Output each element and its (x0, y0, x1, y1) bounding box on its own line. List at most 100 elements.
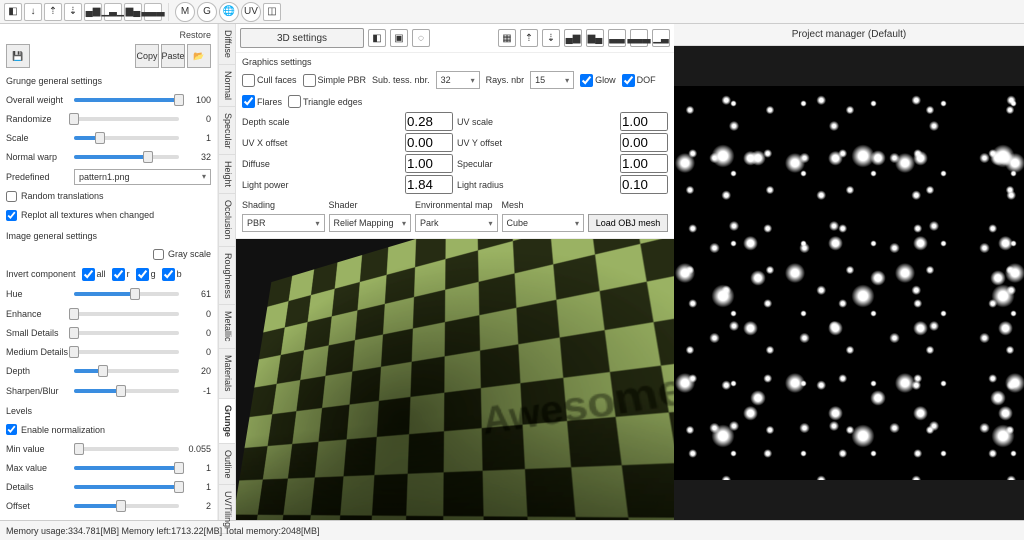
glow-checkbox[interactable] (580, 74, 593, 87)
sub-tess-combo[interactable]: 32 (436, 71, 480, 89)
histogram-peak-icon[interactable]: ▁▃▁ (104, 3, 122, 21)
tab-materials[interactable]: Materials (219, 349, 235, 399)
min-value-value: 0.055 (183, 444, 211, 454)
offset-label: Offset (6, 501, 70, 511)
hist-e-icon[interactable]: ▁▃ (652, 29, 670, 47)
arrow-up-dot-icon[interactable]: ⇡ (44, 3, 62, 21)
m-circle-icon[interactable]: M (175, 2, 195, 22)
replot-checkbox[interactable] (6, 210, 17, 221)
tab-grunge[interactable]: Grunge (219, 399, 235, 444)
hist-b-icon[interactable]: ▆▄ (586, 29, 604, 47)
enhance-label: Enhance (6, 309, 70, 319)
hist-a-icon[interactable]: ▄▆ (564, 29, 582, 47)
random-translations-checkbox[interactable] (6, 191, 17, 202)
3d-preview[interactable]: Awesome (236, 239, 674, 520)
sharpen-blur-slider[interactable] (74, 389, 179, 393)
env-map-combo[interactable]: Park (415, 214, 498, 232)
cube-view-icon[interactable]: ◧ (368, 29, 386, 47)
invert-all-checkbox[interactable] (82, 268, 95, 281)
specular-input[interactable] (620, 154, 668, 173)
enable-normalization-checkbox[interactable] (6, 424, 17, 435)
max-value-label: Max value (6, 463, 70, 473)
paste-icon[interactable]: Paste (161, 44, 185, 68)
offset-slider[interactable] (74, 504, 179, 508)
shader-combo[interactable]: Relief Mapping (329, 214, 412, 232)
hist-d-icon[interactable]: ▃▃▃ (630, 29, 648, 47)
medium-details-slider[interactable] (74, 350, 179, 354)
tab-specular[interactable]: Specular (219, 107, 235, 156)
tab-occlusion[interactable]: Occlusion (219, 194, 235, 247)
mesh-combo[interactable]: Cube (502, 214, 585, 232)
tab-normal[interactable]: Normal (219, 65, 235, 107)
camera-icon[interactable]: ▣ (390, 29, 408, 47)
shading-combo[interactable]: PBR (242, 214, 325, 232)
uv-x-offset-input[interactable] (405, 133, 453, 152)
normal-warp-label: Normal warp (6, 152, 70, 162)
grayscale-checkbox[interactable] (153, 249, 164, 260)
details-value: 1 (183, 482, 211, 492)
histogram1-icon[interactable]: ▄▆ (84, 3, 102, 21)
simple-pbr-checkbox[interactable] (303, 74, 316, 87)
grid-icon[interactable]: ▦ (498, 29, 516, 47)
min-value-slider[interactable] (74, 447, 179, 451)
uv-scale-input[interactable] (620, 112, 668, 131)
triangle-edges-checkbox[interactable] (288, 95, 301, 108)
texture-preview[interactable] (674, 46, 1024, 520)
small-details-slider[interactable] (74, 331, 179, 335)
randomize-slider[interactable] (74, 117, 179, 121)
3d-settings-button[interactable]: 3D settings (240, 28, 364, 48)
arrow-down2-icon[interactable]: ⇣ (64, 3, 82, 21)
tab-outline[interactable]: Outline (219, 444, 235, 486)
normal-warp-slider[interactable] (74, 155, 179, 159)
arrow-down-icon[interactable]: ↓ (24, 3, 42, 21)
graphics-settings-title: Graphics settings (242, 57, 668, 67)
max-value-slider[interactable] (74, 466, 179, 470)
overall-weight-slider[interactable] (74, 98, 179, 102)
hue-slider[interactable] (74, 292, 179, 296)
status-bar: Memory usage:334.781[MB] Memory left:171… (0, 520, 1024, 540)
hist-c-icon[interactable]: ▃▃ (608, 29, 626, 47)
dof-checkbox[interactable] (622, 74, 635, 87)
open-icon[interactable]: 📂 (187, 44, 211, 68)
light-power-input[interactable] (405, 175, 453, 194)
hue-value: 61 (183, 289, 211, 299)
arrow-down-icon[interactable]: ⇣ (542, 29, 560, 47)
flares-checkbox[interactable] (242, 95, 255, 108)
scale-slider[interactable] (74, 136, 179, 140)
cube-icon[interactable]: ◧ (4, 3, 22, 21)
levels-label: Levels (6, 406, 211, 416)
details-label: Details (6, 482, 70, 492)
details-slider[interactable] (74, 485, 179, 489)
invert-g-checkbox[interactable] (136, 268, 149, 281)
tab-height[interactable]: Height (219, 155, 235, 194)
uv-circle-icon[interactable]: UV (241, 2, 261, 22)
graphics-settings: Graphics settings Cull faces Simple PBR … (236, 53, 674, 239)
load-obj-mesh-button[interactable]: Load OBJ mesh (588, 214, 668, 232)
tab-diffuse[interactable]: Diffuse (219, 24, 235, 65)
main-area: Restore 💾 Copy Paste 📂 Grunge general se… (0, 24, 1024, 520)
globe-icon[interactable]: 🌐 (219, 2, 239, 22)
predefined-dropdown[interactable]: pattern1.png (74, 169, 211, 185)
arrow-up-icon[interactable]: ⇡ (520, 29, 538, 47)
refresh-icon[interactable]: ◌ (412, 29, 430, 47)
restore-link[interactable]: Restore (6, 30, 211, 40)
save-icon[interactable]: 💾 (6, 44, 30, 68)
window-icon[interactable]: ◫ (263, 3, 281, 21)
cull-faces-checkbox[interactable] (242, 74, 255, 87)
g-circle-icon[interactable]: G (197, 2, 217, 22)
histogram2-icon[interactable]: ▆▄ (124, 3, 142, 21)
invert-r-checkbox[interactable] (112, 268, 125, 281)
rays-combo[interactable]: 15 (530, 71, 574, 89)
sharpen-blur-label: Sharpen/Blur (6, 386, 70, 396)
light-radius-input[interactable] (620, 175, 668, 194)
depth-scale-input[interactable] (405, 112, 453, 131)
enhance-slider[interactable] (74, 312, 179, 316)
invert-b-checkbox[interactable] (162, 268, 175, 281)
uv-y-offset-input[interactable] (620, 133, 668, 152)
tab-metallic[interactable]: Metallic (219, 305, 235, 349)
copy-icon[interactable]: Copy (135, 44, 159, 68)
tab-roughness[interactable]: Roughness (219, 247, 235, 306)
histogram3-icon[interactable]: ▃▃▃ (144, 3, 162, 21)
diffuse-input[interactable] (405, 154, 453, 173)
depth-slider[interactable] (74, 369, 179, 373)
